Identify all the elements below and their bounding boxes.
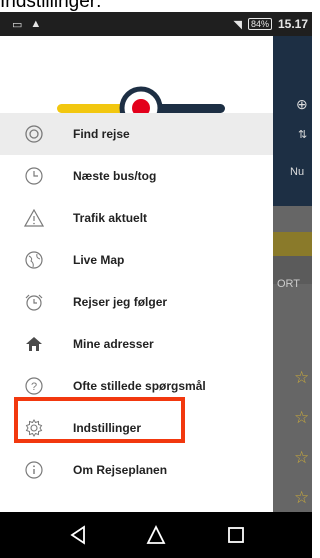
- status-time: 15.17: [277, 17, 308, 31]
- menu-item-trafik-aktuelt[interactable]: Trafik aktuelt: [0, 197, 273, 239]
- menu-item-find-rejse[interactable]: Find rejse: [0, 113, 273, 155]
- recents-icon[interactable]: [224, 523, 248, 547]
- wifi-icon: ◥: [233, 18, 242, 31]
- background-text-ort: ORT: [277, 278, 301, 290]
- menu-item-live-map[interactable]: Live Map: [0, 239, 273, 281]
- menu-item-label: Find rejse: [73, 127, 130, 141]
- menu-item-label: Ofte stillede spørgsmål: [73, 379, 206, 393]
- globe-icon: [24, 250, 44, 270]
- home-icon[interactable]: [144, 523, 168, 547]
- menu-item-label: Rejser jeg følger: [73, 295, 168, 309]
- svg-text:?: ?: [31, 381, 37, 393]
- star-icon: ☆: [294, 368, 310, 387]
- settings-target-icon: ⊕: [296, 96, 308, 112]
- android-nav-bar: [0, 512, 312, 558]
- menu-item-mine-adresser[interactable]: Mine adresser: [0, 323, 273, 365]
- menu-item-om-rejseplanen[interactable]: Om Rejseplanen: [0, 449, 273, 491]
- battery-icon: 84%: [247, 18, 272, 30]
- background-header: [273, 36, 312, 206]
- highlight-box: [14, 397, 185, 443]
- notification-icon: ▭: [12, 19, 23, 31]
- status-bar: ▭ ▲ ◥ 84% 15.17: [0, 12, 312, 36]
- target-icon: [24, 124, 44, 144]
- menu-item-rejser-jeg-folger[interactable]: Rejser jeg følger: [0, 281, 273, 323]
- menu-item-naeste-bus-tog[interactable]: Næste bus/tog: [0, 155, 273, 197]
- menu-item-label: Trafik aktuelt: [73, 211, 148, 225]
- home-icon: [24, 334, 44, 354]
- star-icon: ☆: [294, 408, 310, 427]
- alarm-clock-icon: [24, 292, 44, 312]
- warning-icon: [24, 208, 44, 228]
- background-yellow-bar: [273, 232, 312, 256]
- info-icon: [24, 460, 44, 480]
- menu-item-label: Mine adresser: [73, 337, 154, 351]
- menu-item-label: Om Rejseplanen: [73, 463, 168, 477]
- swap-icon: ⇅: [298, 129, 308, 141]
- image-icon: ▲: [30, 18, 42, 30]
- star-icon: ☆: [294, 448, 310, 467]
- question-icon: ?: [24, 376, 44, 396]
- clock-icon: [24, 166, 44, 186]
- star-icon: ☆: [294, 488, 310, 507]
- back-icon[interactable]: [66, 523, 90, 547]
- menu-item-label: Næste bus/tog: [73, 169, 157, 183]
- caption-text: Indstillinger:: [0, 0, 102, 12]
- background-text-nu: Nu: [290, 166, 305, 178]
- menu-item-label: Live Map: [73, 253, 125, 267]
